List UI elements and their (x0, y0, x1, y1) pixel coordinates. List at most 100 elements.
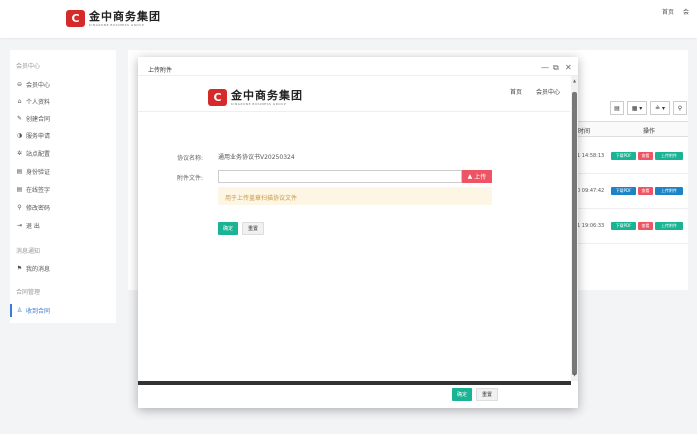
columns-dropdown-icon[interactable]: ▦ ▾ (627, 101, 647, 115)
inner-confirm-button[interactable]: 确定 (218, 222, 238, 235)
id-card-icon: ▤ (16, 168, 23, 175)
attachment-file-label: 附件文件: (177, 175, 204, 182)
sidebar-item-label: 收到合同 (26, 308, 51, 315)
close-icon[interactable]: ✕ (565, 63, 572, 72)
table-row-divider (575, 173, 688, 174)
gear-icon: ✲ (16, 150, 23, 157)
agreement-name-value: 通用业务协议书V20250324 (218, 154, 295, 161)
upload-attachment-button[interactable]: 上传附件 (655, 222, 683, 230)
sidebar-item-my-messages[interactable]: ⚑ 我的消息 (16, 264, 50, 273)
logo-text: 金中商务集团 KINGZONE BUSINESS GROUP (89, 11, 161, 27)
sidebar-item-profile[interactable]: ⌂ 个人资料 (16, 97, 50, 106)
sidebar-section-member: 会员中心 (16, 63, 41, 70)
sidebar-item-create-contract[interactable]: ✎ 创建合同 (16, 114, 50, 123)
signature-icon: ▤ (16, 186, 23, 193)
modal-content-frame: C 金中商务集团 KINGZONE BUSINESS GROUP 首页 会员中心… (138, 76, 570, 381)
sidebar-item-service-request[interactable]: ◑ 服务申请 (16, 131, 50, 140)
logo-mark-icon: C (66, 10, 85, 27)
top-nav: 首页 会 (662, 7, 689, 16)
upload-button-label: 上传 (474, 174, 487, 181)
maximize-icon[interactable]: ⧉ (553, 63, 559, 73)
logo-chinese-name: 金中商务集团 (231, 88, 303, 102)
modal-reset-button[interactable]: 重置 (476, 388, 498, 401)
download-pdf-button[interactable]: 下载PDF (611, 152, 636, 160)
export-dropdown-icon[interactable]: ≗ ▾ (650, 101, 670, 115)
table-cell-time: 1 14:58:13 (577, 153, 605, 159)
view-button[interactable]: 查看 (638, 187, 653, 195)
sidebar-item-label: 站点配置 (26, 151, 51, 158)
person-icon: ♙ (16, 307, 23, 314)
logo-chinese-name: 金中商务集团 (89, 9, 161, 23)
sidebar-item-label: 在线签字 (26, 187, 51, 194)
logo-english-name: KINGZONE BUSINESS GROUP (89, 22, 145, 27)
sidebar-section-notice: 消息通知 (16, 248, 41, 255)
table-row-divider (575, 208, 688, 209)
member-icon: ⊖ (16, 81, 23, 88)
sidebar-section-contract: 合同管理 (16, 289, 41, 296)
inner-nav-home-link[interactable]: 首页 (510, 87, 522, 96)
inner-nav-member-link[interactable]: 会员中心 (536, 87, 560, 96)
table-cell-time: 0 09:47:42 (577, 188, 605, 194)
sidebar-item-received-contracts[interactable]: ♙ 收到合同 (16, 306, 50, 315)
modal-confirm-button[interactable]: 确定 (452, 388, 472, 401)
sidebar-item-online-sign[interactable]: ▤ 在线签字 (16, 185, 50, 194)
sidebar-item-identity[interactable]: ▤ 身份验证 (16, 167, 50, 176)
vertical-scrollbar[interactable]: ▲ ▼ (571, 76, 578, 381)
sidebar-item-label: 我的消息 (26, 266, 51, 273)
agreement-name-label: 协议名称: (177, 155, 204, 162)
key-icon: ⚲ (17, 204, 22, 211)
horizontal-scrollbar[interactable] (138, 381, 571, 385)
upload-hint: 用于上传盖章扫描协议文件 (218, 187, 492, 205)
sidebar-active-indicator (10, 304, 12, 317)
search-icon[interactable]: ⚲ (673, 101, 687, 115)
sidebar-item-logout[interactable]: ⇥ 退 出 (16, 221, 40, 230)
sidebar-item-label: 身份验证 (26, 169, 51, 176)
logo-text: 金中商务集团 KINGZONE BUSINESS GROUP (231, 90, 303, 106)
attachment-file-input[interactable] (218, 170, 462, 183)
table-toolbar: ▤ ▦ ▾ ≗ ▾ ⚲ (610, 101, 687, 115)
upload-attachment-button[interactable]: 上传附件 (655, 187, 683, 195)
column-header-action: 操作 (643, 128, 656, 135)
scrollbar-thumb[interactable] (572, 92, 577, 375)
logo-english-name: KINGZONE BUSINESS GROUP (231, 101, 287, 106)
sidebar-item-change-password[interactable]: ⚲ 修改密码 (16, 203, 50, 212)
minimize-icon[interactable]: — (541, 63, 549, 72)
scroll-up-icon[interactable]: ▲ (571, 78, 578, 83)
download-pdf-button[interactable]: 下载PDF (611, 187, 636, 195)
sidebar-item-site-config[interactable]: ✲ 站点配置 (16, 149, 50, 158)
sidebar-item-label: 服务申请 (26, 133, 51, 140)
flag-icon: ⚑ (16, 265, 23, 272)
brand-logo[interactable]: C 金中商务集团 KINGZONE BUSINESS GROUP (66, 10, 161, 27)
nav-home-link[interactable]: 首页 (662, 7, 674, 16)
sidebar-item-label: 创建合同 (26, 116, 51, 123)
sidebar-item-label: 个人资料 (26, 99, 51, 106)
view-button[interactable]: 查看 (638, 152, 653, 160)
upload-button[interactable]: ▲ 上传 (462, 170, 492, 183)
scroll-down-icon[interactable]: ▼ (571, 372, 578, 377)
view-button[interactable]: 查看 (638, 222, 653, 230)
column-header-time: 时间 (578, 128, 591, 135)
upload-attachment-button[interactable]: 上传附件 (655, 152, 683, 160)
pencil-icon: ✎ (16, 115, 23, 122)
logout-icon: ⇥ (16, 222, 23, 229)
table-header: 时间 操作 (575, 121, 688, 137)
modal-title: 上传附件 (148, 67, 173, 74)
upload-attachment-modal: 上传附件 — ⧉ ✕ C 金中商务集团 KINGZONE BUSINESS GR… (138, 57, 578, 408)
inner-brand-logo[interactable]: C 金中商务集团 KINGZONE BUSINESS GROUP (208, 89, 303, 106)
sidebar-item-label: 会员中心 (26, 82, 51, 89)
logo-mark-icon: C (208, 89, 227, 106)
sidebar-item-member-center[interactable]: ⊖ 会员中心 (16, 80, 50, 89)
nav-member-link[interactable]: 会 (683, 7, 689, 16)
download-pdf-button[interactable]: 下载PDF (611, 222, 636, 230)
inner-header: C 金中商务集团 KINGZONE BUSINESS GROUP 首页 会员中心 (138, 76, 570, 112)
user-icon: ⌂ (17, 98, 22, 105)
toggle-view-icon[interactable]: ▤ (610, 101, 624, 115)
sidebar-item-label: 退 出 (26, 223, 40, 230)
table-cell-time: 1 19:06:33 (577, 223, 605, 229)
sidebar-item-label: 修改密码 (26, 205, 51, 212)
half-circle-icon: ◑ (16, 132, 23, 139)
top-header: C 金中商务集团 KINGZONE BUSINESS GROUP 首页 会 (0, 0, 697, 38)
upload-icon: ▲ (467, 173, 473, 180)
table-row-divider (575, 243, 688, 244)
inner-reset-button[interactable]: 重置 (242, 222, 264, 235)
